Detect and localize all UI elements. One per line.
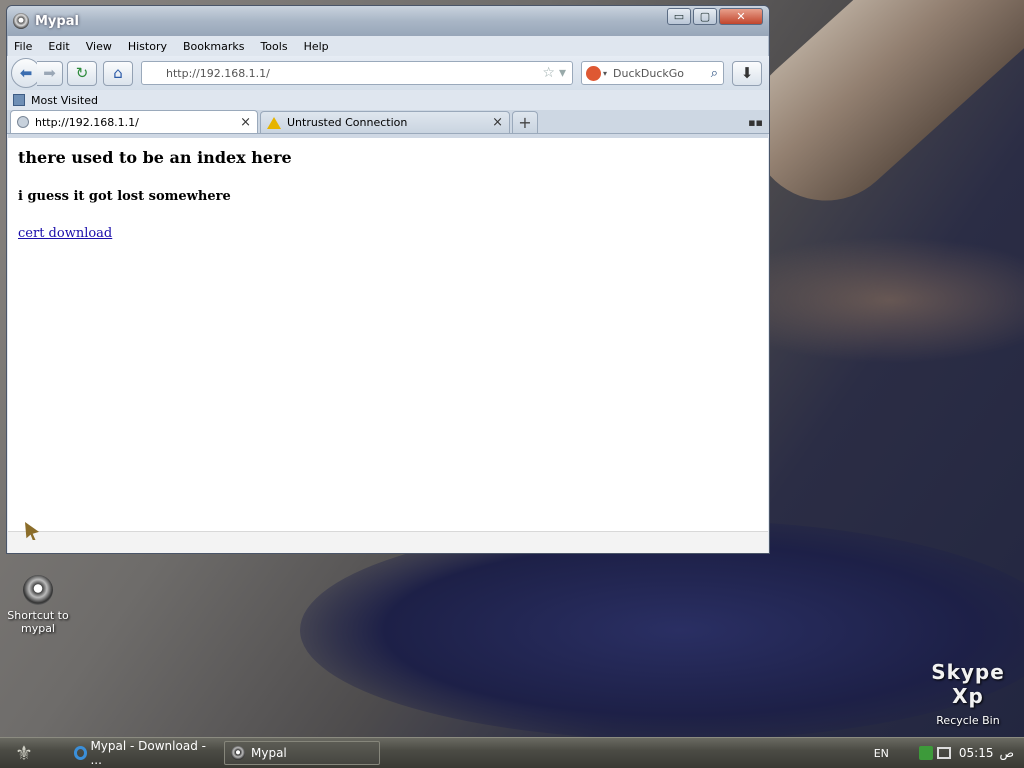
raccoon-icon (23, 575, 53, 605)
reload-button[interactable]: ↻ (67, 60, 97, 86)
status-bar (8, 531, 768, 553)
forward-button[interactable]: ➡ (37, 60, 63, 86)
reload-icon: ↻ (75, 64, 89, 82)
desktop-shortcut-label: Shortcut to mypal (7, 609, 69, 635)
taskbar-item-label: Mypal (251, 746, 287, 760)
browser-window: Mypal ▭ ▢ ✕ File Edit View History Bookm… (6, 5, 770, 554)
forward-icon: ➡ (43, 64, 56, 82)
page-content: there used to be an index here i guess i… (8, 138, 768, 531)
title-bar[interactable]: Mypal ▭ ▢ ✕ (7, 6, 769, 36)
bookmarks-toolbar: Most Visited (7, 90, 769, 110)
warning-icon (267, 116, 281, 129)
home-button[interactable]: ⌂ (103, 60, 133, 86)
menu-edit[interactable]: Edit (48, 40, 69, 53)
tab-label: Untrusted Connection (287, 116, 408, 129)
globe-icon (17, 116, 29, 128)
tab-groups-icon[interactable]: ▪▪ (748, 116, 763, 129)
menu-history[interactable]: History (128, 40, 167, 53)
am-pm-indicator: ص (999, 746, 1014, 760)
new-tab-button[interactable]: + (512, 111, 538, 133)
duckduckgo-icon[interactable] (586, 65, 601, 81)
tab-strip: http://192.168.1.1/ × Untrusted Connecti… (7, 110, 769, 134)
clock[interactable]: 05:15 (959, 746, 994, 760)
page-heading: there used to be an index here (18, 148, 292, 167)
menu-file[interactable]: File (14, 40, 32, 53)
taskbar-item-label: Mypal - Download - ... (90, 739, 206, 767)
tab-close-icon[interactable]: × (492, 115, 503, 130)
menu-tools[interactable]: Tools (260, 40, 287, 53)
download-button[interactable]: ⬇ (732, 60, 762, 86)
tab-close-icon[interactable]: × (240, 115, 251, 130)
home-icon: ⌂ (113, 64, 123, 82)
mypal-icon (13, 13, 29, 29)
search-bar[interactable]: ▾ DuckDuckGo ⌕ (581, 61, 724, 85)
network-icon[interactable] (918, 746, 933, 760)
star-icon[interactable]: ☆ (542, 65, 555, 81)
desktop-recycle-bin[interactable]: Skype Xp Recycle Bin (918, 660, 1018, 727)
most-visited-bookmark[interactable]: Most Visited (31, 94, 98, 107)
plus-icon: + (518, 113, 532, 132)
maximize-button[interactable]: ▢ (693, 7, 717, 25)
window-title: Mypal (35, 13, 79, 29)
mypal-icon (231, 746, 245, 760)
skype-xp-logo: Skype Xp (931, 660, 1005, 708)
tab-untrusted-connection[interactable]: Untrusted Connection × (260, 111, 510, 133)
page-subheading: i guess it got lost somewhere (18, 189, 231, 204)
language-indicator[interactable]: EN (874, 747, 889, 760)
taskbar-item-ie[interactable]: Mypal - Download - ... (68, 739, 218, 767)
tab-label: http://192.168.1.1/ (35, 115, 139, 129)
fleur-de-lis-icon: ⚜ (15, 741, 33, 765)
menu-bookmarks[interactable]: Bookmarks (183, 40, 244, 53)
dropdown-arrow-icon[interactable]: ▾ (559, 65, 566, 81)
minimize-button[interactable]: ▭ (667, 7, 691, 25)
most-visited-icon (13, 94, 25, 106)
tab-home[interactable]: http://192.168.1.1/ × (10, 110, 258, 133)
taskbar: ⚜ Mypal - Download - ... Mypal EN 05:15 … (0, 737, 1024, 768)
tray-app-icon[interactable] (936, 747, 951, 759)
window-controls: ▭ ▢ ✕ (667, 7, 763, 25)
navigation-toolbar: ⬅ ➡ ↻ ⌂ http://192.168.1.1/ ☆ ▾ ▾ DuckDu… (7, 56, 769, 90)
url-text: http://192.168.1.1/ (166, 66, 270, 80)
url-bar[interactable]: http://192.168.1.1/ ☆ ▾ (141, 61, 573, 85)
desktop-shortcut-mypal[interactable]: Shortcut to mypal (4, 575, 72, 635)
download-icon: ⬇ (740, 64, 754, 82)
back-icon: ⬅ (19, 64, 33, 82)
recycle-bin-label: Recycle Bin (936, 714, 1000, 727)
internet-explorer-icon (74, 746, 88, 760)
system-tray: EN 05:15 ص (874, 746, 1024, 760)
menu-help[interactable]: Help (304, 40, 329, 53)
menu-view[interactable]: View (86, 40, 112, 53)
menu-bar: File Edit View History Bookmarks Tools H… (7, 36, 769, 56)
cert-download-link[interactable]: cert download (18, 226, 112, 241)
taskbar-item-mypal[interactable]: Mypal (224, 741, 380, 765)
search-engine-dropdown-icon[interactable]: ▾ (603, 69, 607, 78)
search-icon[interactable]: ⌕ (711, 66, 723, 81)
start-button[interactable]: ⚜ (0, 738, 48, 768)
search-placeholder: DuckDuckGo (613, 66, 684, 80)
close-button[interactable]: ✕ (719, 7, 763, 25)
